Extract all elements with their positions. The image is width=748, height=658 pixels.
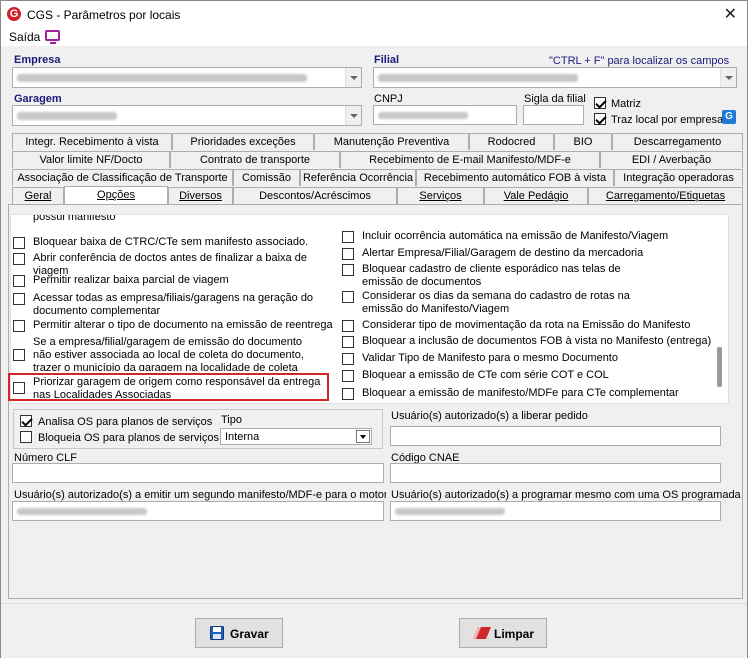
screen-icon[interactable]	[45, 30, 60, 44]
chevron-down-icon[interactable]	[356, 430, 370, 443]
window-title: CGS - Parâmetros por locais	[27, 8, 181, 22]
chevron-down-icon[interactable]	[720, 68, 736, 87]
tab-edi-averbacao[interactable]: EDI / Averbação	[600, 151, 743, 168]
tab-bio[interactable]: BIO	[554, 133, 612, 150]
option-checkbox[interactable]	[342, 370, 354, 382]
numero-clf-field[interactable]	[12, 463, 384, 483]
limpar-button[interactable]: Limpar	[459, 618, 547, 648]
analisa-os-label: Analisa OS para planos de serviços	[38, 416, 213, 428]
filial-combo[interactable]	[373, 67, 737, 88]
tab-rodocred[interactable]: Rodocred	[469, 133, 554, 150]
empresa-combo[interactable]	[12, 67, 362, 88]
tab-servicos[interactable]: Serviços	[397, 187, 484, 204]
highlight-box	[8, 373, 329, 401]
tab-recebimento-email[interactable]: Recebimento de E-mail Manifesto/MDF-e	[340, 151, 600, 168]
bloqueia-os-checkbox[interactable]	[20, 431, 32, 443]
option-checkbox[interactable]	[13, 293, 25, 305]
sigla-label: Sigla da filial	[524, 93, 586, 105]
tab-diversos[interactable]: Diversos	[168, 187, 233, 204]
garagem-label: Garagem	[14, 93, 62, 105]
tab-carregamento-etiquetas[interactable]: Carregamento/Etiquetas	[588, 187, 743, 204]
tab-integr-recebimento[interactable]: Integr. Recebimento à vista	[12, 133, 172, 150]
option-checkbox[interactable]	[13, 237, 25, 249]
tab-geral[interactable]: Geral	[12, 187, 64, 204]
tab-descontos[interactable]: Descontos/Acréscimos	[233, 187, 397, 204]
tab-comissao[interactable]: Comissão	[233, 169, 300, 186]
traz-local-checkbox[interactable]	[594, 113, 606, 125]
option-checkbox[interactable]	[342, 320, 354, 332]
chevron-down-icon[interactable]	[345, 68, 361, 87]
empresa-label: Empresa	[14, 54, 61, 66]
tab-recebimento-fob[interactable]: Recebimento automático FOB à vista	[416, 169, 614, 186]
liberar-pedido-label: Usuário(s) autorizado(s) a liberar pedid…	[391, 410, 588, 422]
option-checkbox[interactable]	[13, 349, 25, 361]
option-checkbox[interactable]	[342, 231, 354, 243]
option-left-6[interactable]: Se a empresa/filial/garagem de emissão d…	[13, 336, 323, 371]
tab-descarregamento[interactable]: Descarregamento	[612, 133, 743, 150]
analisa-os-checkbox[interactable]	[20, 415, 32, 427]
eraser-icon	[473, 627, 491, 639]
main-window: G CGS - Parâmetros por locais ✕ Saída Em…	[0, 0, 748, 658]
tab-manutencao-preventiva[interactable]: Manutenção Preventiva	[314, 133, 469, 150]
cnpj-label: CNPJ	[374, 93, 403, 105]
tab-valor-limite[interactable]: Valor limite NF/Docto	[12, 151, 170, 168]
tab-contrato-transporte[interactable]: Contrato de transporte	[170, 151, 340, 168]
option-checkbox[interactable]	[342, 388, 354, 400]
segundo-manifesto-label: Usuário(s) autorizado(s) a emitir um seg…	[14, 489, 386, 501]
button-bar	[1, 603, 747, 658]
tab-referencia-ocorrencia[interactable]: Referência Ocorrência	[300, 169, 416, 186]
options-scrollbar[interactable]	[717, 347, 722, 387]
option-checkbox[interactable]	[342, 336, 354, 348]
option-checkbox[interactable]	[342, 248, 354, 260]
tab-prioridades-excecoes[interactable]: Prioridades exceções	[172, 133, 314, 150]
cnpj-field[interactable]	[373, 105, 517, 125]
filial-label: Filial	[374, 54, 400, 66]
tab-integracao-operadoras[interactable]: Integração operadoras	[614, 169, 743, 186]
menu-saida[interactable]: Saída	[9, 30, 40, 44]
save-icon	[210, 626, 224, 640]
tab-vale-pedagio[interactable]: Vale Pedágio	[484, 187, 588, 204]
title-bar: G CGS - Parâmetros por locais ✕	[1, 1, 747, 28]
segundo-manifesto-field[interactable]	[12, 501, 384, 521]
search-hint: "CTRL + F" para localizar os campos	[549, 55, 730, 67]
app-logo-icon: G	[7, 7, 21, 21]
option-checkbox[interactable]	[342, 291, 354, 303]
option-checkbox[interactable]	[13, 320, 25, 332]
option-checkbox[interactable]	[342, 353, 354, 365]
option-checkbox[interactable]	[13, 253, 25, 265]
tipo-label: Tipo	[221, 414, 242, 426]
matriz-checkbox[interactable]	[594, 97, 606, 109]
bloqueia-os-label: Bloqueia OS para planos de serviços	[38, 432, 219, 444]
matriz-label: Matriz	[611, 98, 641, 110]
tipo-select[interactable]: Interna	[220, 428, 372, 445]
brand-g-icon[interactable]: G	[722, 110, 736, 124]
option-checkbox[interactable]	[342, 264, 354, 276]
chevron-down-icon[interactable]	[345, 106, 361, 125]
liberar-pedido-field[interactable]	[390, 426, 721, 446]
tab-associacao-classificacao[interactable]: Associação de Classificação de Transport…	[12, 169, 233, 186]
garagem-combo[interactable]	[12, 105, 362, 126]
gravar-button[interactable]: Gravar	[195, 618, 283, 648]
traz-local-label: Traz local por empresa	[611, 114, 724, 126]
programar-os-label: Usuário(s) autorizado(s) a programar mes…	[391, 489, 741, 501]
programar-os-field[interactable]	[390, 501, 721, 521]
menu-bar: Saída	[1, 28, 747, 46]
tab-opcoes[interactable]: Opções	[64, 186, 168, 205]
option-checkbox[interactable]	[13, 275, 25, 287]
codigo-cnae-field[interactable]	[390, 463, 721, 483]
close-icon[interactable]: ✕	[724, 4, 737, 24]
sigla-field[interactable]	[523, 105, 584, 125]
